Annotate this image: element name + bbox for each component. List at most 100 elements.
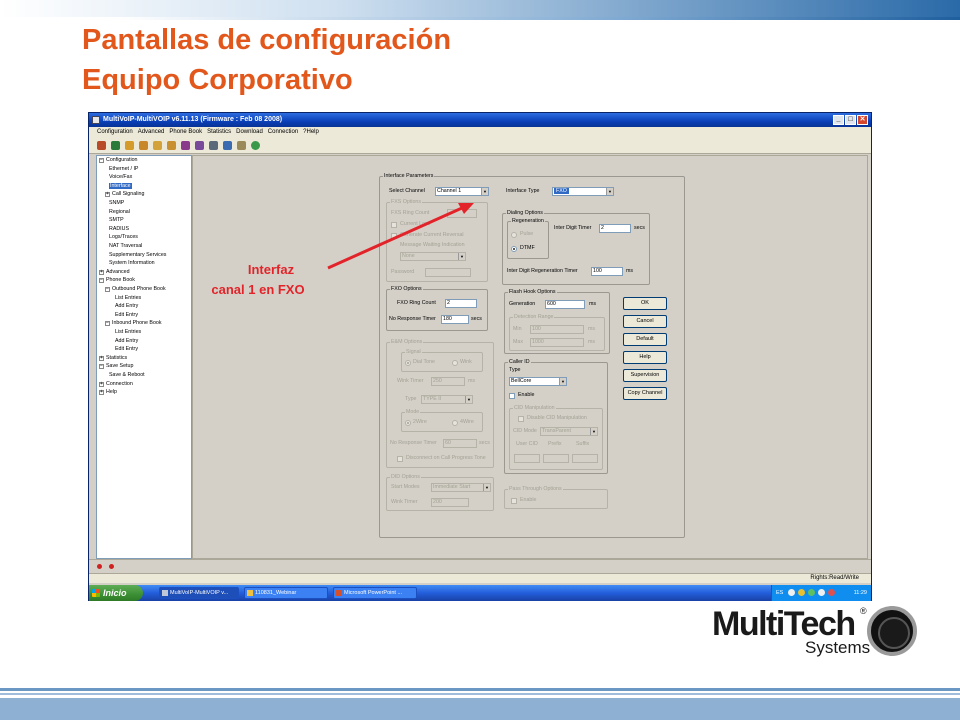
tree-item[interactable]: + Advanced [99, 268, 130, 277]
disconnect-checkbox[interactable] [397, 456, 403, 462]
collapse-icon[interactable]: − [105, 287, 110, 292]
tree-item[interactable]: System Information [109, 259, 155, 268]
tree-item[interactable]: Edit Entry [115, 345, 138, 354]
tree-item[interactable]: + Call Signaling [105, 190, 144, 199]
tree-item[interactable]: + Connection [99, 380, 133, 389]
password-input[interactable] [425, 268, 471, 277]
start-modes-dropdown[interactable]: Immediate Start ▼ [431, 483, 491, 492]
tree-item[interactable]: Add Entry [115, 302, 138, 311]
em-wink-timer-input[interactable]: 250 [431, 377, 465, 386]
tree-item[interactable]: Add Entry [115, 337, 138, 346]
expand-icon[interactable]: + [99, 390, 104, 396]
tree-item[interactable]: NAT Traversal [109, 242, 142, 251]
min-input[interactable]: 100 [530, 325, 584, 334]
network-icon[interactable] [97, 141, 106, 150]
generation-input[interactable]: 600 [545, 300, 585, 309]
prefix-input[interactable] [543, 454, 569, 463]
minimize-button[interactable]: _ [833, 115, 844, 125]
two-wire-radio[interactable] [405, 420, 411, 426]
home-icon[interactable] [237, 141, 246, 150]
globe-icon[interactable] [251, 141, 260, 150]
tree-item[interactable]: Logs/Traces [109, 233, 138, 242]
disable-cid-manipulation-checkbox[interactable] [518, 416, 524, 422]
user-cid-input[interactable] [514, 454, 540, 463]
fxs-ring-count-input[interactable] [447, 209, 477, 218]
phone-icon[interactable] [139, 141, 148, 150]
dial-tone-radio[interactable] [405, 360, 411, 366]
tools-icon[interactable] [181, 141, 190, 150]
menu-download[interactable]: Download [236, 127, 263, 138]
interface-type-dropdown[interactable]: FXO ▼ [552, 187, 614, 196]
menu-help[interactable]: ?Help [303, 127, 319, 138]
message-waiting-dropdown[interactable]: None ▼ [400, 252, 466, 261]
expand-icon[interactable]: + [99, 381, 104, 387]
menu-advanced[interactable]: Advanced [138, 127, 165, 138]
caller-id-type-dropdown[interactable]: BellCore ▼ [509, 377, 567, 386]
language-indicator[interactable]: ES [776, 585, 783, 601]
tree-item[interactable]: − Inbound Phone Book [105, 319, 161, 328]
tree-item[interactable]: List Entries [115, 328, 141, 337]
alert-tray-icon[interactable] [828, 589, 835, 596]
four-wire-radio[interactable] [452, 420, 458, 426]
phone-icon[interactable] [125, 141, 134, 150]
collapse-icon[interactable]: − [99, 158, 104, 163]
expand-icon[interactable]: + [99, 355, 104, 361]
tree-item[interactable]: + Statistics [99, 354, 127, 363]
task-powerpoint[interactable]: Microsoft PowerPoint ... [333, 587, 417, 599]
no-response-timer-input[interactable]: 180 [441, 315, 469, 324]
maximize-button[interactable]: □ [845, 115, 856, 125]
network-tray-icon[interactable] [788, 589, 795, 596]
menu-phone-book[interactable]: Phone Book [169, 127, 202, 138]
max-input[interactable]: 1000 [530, 338, 584, 347]
generate-reversal-checkbox[interactable] [391, 233, 397, 239]
tools-icon[interactable] [195, 141, 204, 150]
expand-icon[interactable]: + [99, 269, 104, 275]
menu-connection[interactable]: Connection [268, 127, 298, 138]
default-button[interactable]: Default [623, 333, 667, 346]
close-button[interactable]: ✕ [857, 115, 868, 125]
tree-item[interactable]: − Phone Book [99, 276, 135, 285]
pass-through-enable-checkbox[interactable] [511, 498, 517, 504]
regen-timer-input[interactable]: 100 [591, 267, 623, 276]
tree-item[interactable]: Supplementary Services [109, 251, 166, 260]
tree-item[interactable]: Interface [109, 182, 132, 191]
tree-item[interactable]: Edit Entry [115, 311, 138, 320]
security-tray-icon[interactable] [798, 589, 805, 596]
current-loss-checkbox[interactable] [391, 222, 397, 228]
collapse-icon[interactable]: − [105, 321, 110, 327]
inter-digit-timer-input[interactable]: 2 [599, 224, 631, 233]
menu-statistics[interactable]: Statistics [207, 127, 231, 138]
update-tray-icon[interactable] [808, 589, 815, 596]
collapse-icon[interactable]: − [99, 278, 104, 284]
em-type-dropdown[interactable]: TYPE II ▼ [421, 395, 473, 404]
menu-configuration[interactable]: Configuration [97, 127, 133, 138]
cancel-button[interactable]: Cancel [623, 315, 667, 328]
tree-item[interactable]: Voice/Fax [109, 173, 132, 182]
did-wink-timer-input[interactable]: 200 [431, 498, 469, 507]
tree-item[interactable]: Ethernet / IP [109, 165, 138, 174]
ok-button[interactable]: OK [623, 297, 667, 310]
suffix-input[interactable] [572, 454, 598, 463]
fxo-ring-count-input[interactable]: 2 [445, 299, 477, 308]
tree-item[interactable]: RADIUS [109, 225, 129, 234]
task-multivoip[interactable]: MultiVoIP-MultiVOIP v... [159, 587, 239, 599]
wink-radio[interactable] [452, 360, 458, 366]
tree-item[interactable]: SMTP [109, 216, 124, 225]
tree-item[interactable]: − Save Setup [99, 362, 133, 371]
tree-item[interactable]: SNMP [109, 199, 124, 208]
dtmf-radio[interactable] [511, 246, 517, 252]
cid-mode-dropdown[interactable]: TransParent ▼ [540, 427, 598, 436]
sync-icon[interactable] [209, 141, 218, 150]
tree-item[interactable]: List Entries [115, 294, 141, 303]
caller-id-enable-checkbox[interactable] [509, 393, 515, 399]
phone-icon[interactable] [153, 141, 162, 150]
pulse-radio[interactable] [511, 232, 517, 238]
phone-icon[interactable] [167, 141, 176, 150]
task-webinar[interactable]: 110831_Webinar [244, 587, 328, 599]
supervision-button[interactable]: Supervision [623, 369, 667, 382]
expand-icon[interactable]: + [105, 192, 110, 198]
collapse-icon[interactable]: − [99, 364, 104, 370]
monitor-icon[interactable] [111, 141, 120, 150]
start-button[interactable]: Inicio [89, 585, 143, 601]
tree-item[interactable]: Save & Reboot [109, 371, 145, 380]
